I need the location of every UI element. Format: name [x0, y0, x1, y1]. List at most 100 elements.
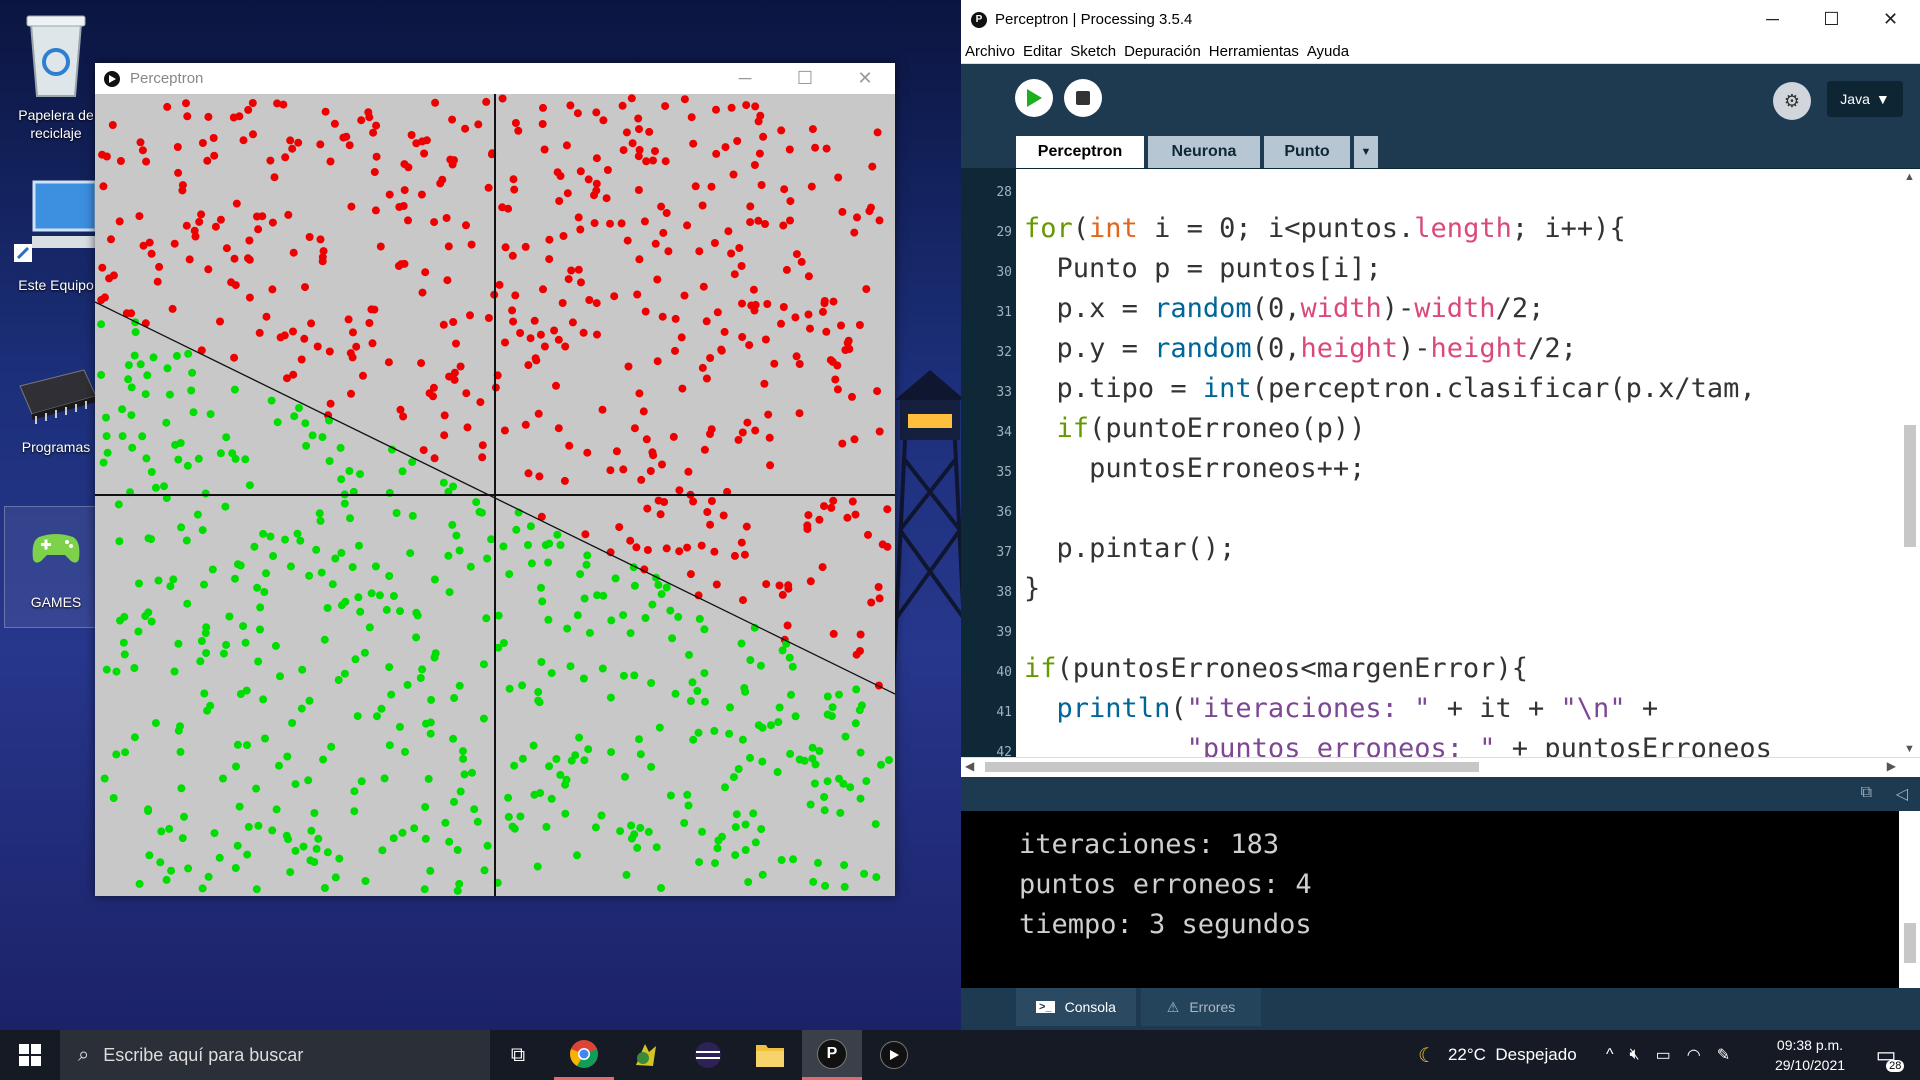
chevron-left-icon[interactable]: ◀ — [965, 759, 974, 773]
data-point — [283, 752, 292, 761]
processing-taskbar-button[interactable]: P — [802, 1030, 862, 1080]
vertical-scrollbar[interactable]: ▲ ▼ — [1899, 169, 1920, 757]
desktop-icon-recycle-bin[interactable]: Papelera de reciclaje — [4, 10, 108, 142]
chevron-right-icon[interactable]: ▶ — [1887, 759, 1896, 773]
data-point — [419, 446, 428, 455]
menu-depuracion[interactable]: Depuración — [1120, 43, 1205, 60]
data-point — [169, 575, 178, 584]
menu-editar[interactable]: Editar — [1019, 43, 1066, 60]
pen-icon[interactable]: ✎ — [1717, 1045, 1730, 1065]
data-point — [231, 454, 240, 463]
data-point — [846, 783, 855, 792]
minimize-button[interactable]: ─ — [715, 68, 775, 89]
maximize-button[interactable]: ☐ — [775, 68, 835, 89]
tab-punto[interactable]: Punto — [1264, 136, 1350, 168]
speaker-muted-icon[interactable]: 🔇︎ — [1630, 1046, 1640, 1064]
tabs-menu-button[interactable]: ▼ — [1354, 136, 1378, 168]
data-point — [250, 542, 259, 551]
data-point — [537, 583, 545, 592]
battery-icon[interactable]: ▭ — [1656, 1045, 1671, 1065]
data-point — [313, 342, 322, 351]
sketch-titlebar[interactable]: Perceptron ─ ☐ ✕ — [95, 63, 895, 94]
data-point — [244, 822, 253, 831]
data-point — [188, 368, 197, 377]
data-point — [176, 439, 185, 447]
data-point — [636, 750, 645, 759]
ide-titlebar[interactable]: P Perceptron | Processing 3.5.4 ─ ☐ ✕ — [961, 0, 1920, 39]
console-scrollbar[interactable] — [1899, 811, 1920, 988]
tab-perceptron[interactable]: Perceptron — [1016, 136, 1144, 168]
data-point — [184, 349, 193, 358]
geogebra-button[interactable] — [616, 1030, 676, 1080]
chevron-down-icon[interactable]: ▼ — [1904, 743, 1915, 755]
stop-icon — [1076, 91, 1090, 105]
data-point — [269, 552, 278, 560]
menu-archivo[interactable]: Archivo — [961, 43, 1019, 60]
sketch-taskbar-button[interactable] — [864, 1030, 924, 1080]
data-point — [695, 614, 704, 623]
data-point — [873, 128, 882, 137]
data-point — [671, 314, 680, 323]
data-point — [820, 502, 828, 511]
data-point — [643, 546, 652, 554]
start-button[interactable] — [0, 1030, 60, 1080]
data-point — [116, 157, 125, 165]
chrome-button[interactable] — [554, 1030, 614, 1080]
data-point — [102, 432, 111, 441]
desktop-icon-programs[interactable]: Programas — [4, 360, 108, 456]
weather-widget[interactable]: ☾ 22°C Despejado — [1418, 1030, 1577, 1080]
clock[interactable]: 09:38 p.m. 29/10/2021 — [1760, 1030, 1860, 1080]
data-point — [668, 634, 677, 643]
maximize-button[interactable]: ☐ — [1802, 9, 1861, 30]
wifi-icon[interactable]: ◠ — [1687, 1045, 1701, 1065]
code-editor[interactable]: 28 29 30 31 32 33 34 35 36 37 38 39 40 41 42 for(int i… — [961, 169, 1920, 760]
menu-sketch[interactable]: Sketch — [1066, 43, 1120, 60]
collapse-icon[interactable]: ◁ — [1896, 784, 1908, 804]
tab-neurona[interactable]: Neurona — [1148, 136, 1260, 168]
data-point — [216, 449, 225, 458]
taskbar-search[interactable]: ⌕ Escribe aquí para buscar — [60, 1030, 490, 1080]
data-point — [637, 475, 646, 484]
scroll-thumb[interactable] — [1904, 425, 1916, 547]
data-point — [163, 102, 172, 111]
chevron-up-icon[interactable]: ▲ — [1904, 171, 1915, 183]
debug-button[interactable]: ⚙ — [1773, 82, 1811, 120]
tab-consola[interactable]: >_ Consola — [1016, 988, 1136, 1026]
run-button[interactable] — [1015, 79, 1053, 117]
data-point — [621, 772, 629, 781]
data-point — [202, 623, 211, 632]
copy-icon[interactable]: ⧉ — [1861, 784, 1872, 802]
data-point — [657, 884, 665, 892]
task-view-button[interactable]: ⧉ — [488, 1030, 548, 1080]
chevron-up-icon[interactable]: ^ — [1606, 1046, 1614, 1064]
file-explorer-button[interactable] — [740, 1030, 800, 1080]
eclipse-button[interactable] — [678, 1030, 738, 1080]
data-point — [144, 608, 153, 617]
desktop-icon-this-pc[interactable]: Este Equipo — [4, 180, 108, 294]
desktop-icon-games[interactable]: GAMES — [4, 506, 108, 628]
menu-herramientas[interactable]: Herramientas — [1205, 43, 1303, 60]
data-point — [617, 219, 626, 228]
notifications-button[interactable]: ▭ 28 — [1866, 1030, 1906, 1080]
scroll-thumb[interactable] — [985, 762, 1479, 772]
code-area[interactable]: for(int i = 0; i<puntos.length; i++){ Pu… — [1016, 169, 1899, 757]
minimize-button[interactable]: ─ — [1743, 9, 1802, 30]
close-button[interactable]: ✕ — [835, 68, 895, 89]
data-point — [571, 751, 580, 760]
scroll-thumb[interactable] — [1904, 923, 1916, 963]
data-point — [630, 671, 639, 680]
mode-selector[interactable]: Java ▼ — [1827, 81, 1903, 117]
menu-ayuda[interactable]: Ayuda — [1303, 43, 1353, 60]
close-button[interactable]: ✕ — [1861, 9, 1920, 30]
tab-errores[interactable]: ⚠ Errores — [1141, 988, 1261, 1026]
processing-ide-window[interactable]: P Perceptron | Processing 3.5.4 ─ ☐ ✕ Ar… — [961, 0, 1920, 1030]
console-line: iteraciones: 183 — [1019, 829, 1280, 860]
sketch-window[interactable]: Perceptron ─ ☐ ✕ — [95, 63, 895, 896]
data-point — [642, 157, 651, 166]
horizontal-scrollbar[interactable]: ◀ ▶ — [961, 757, 1920, 777]
data-point — [136, 360, 145, 369]
data-point — [475, 507, 484, 516]
data-point — [466, 562, 475, 571]
data-point — [632, 543, 641, 552]
stop-button[interactable] — [1064, 79, 1102, 117]
